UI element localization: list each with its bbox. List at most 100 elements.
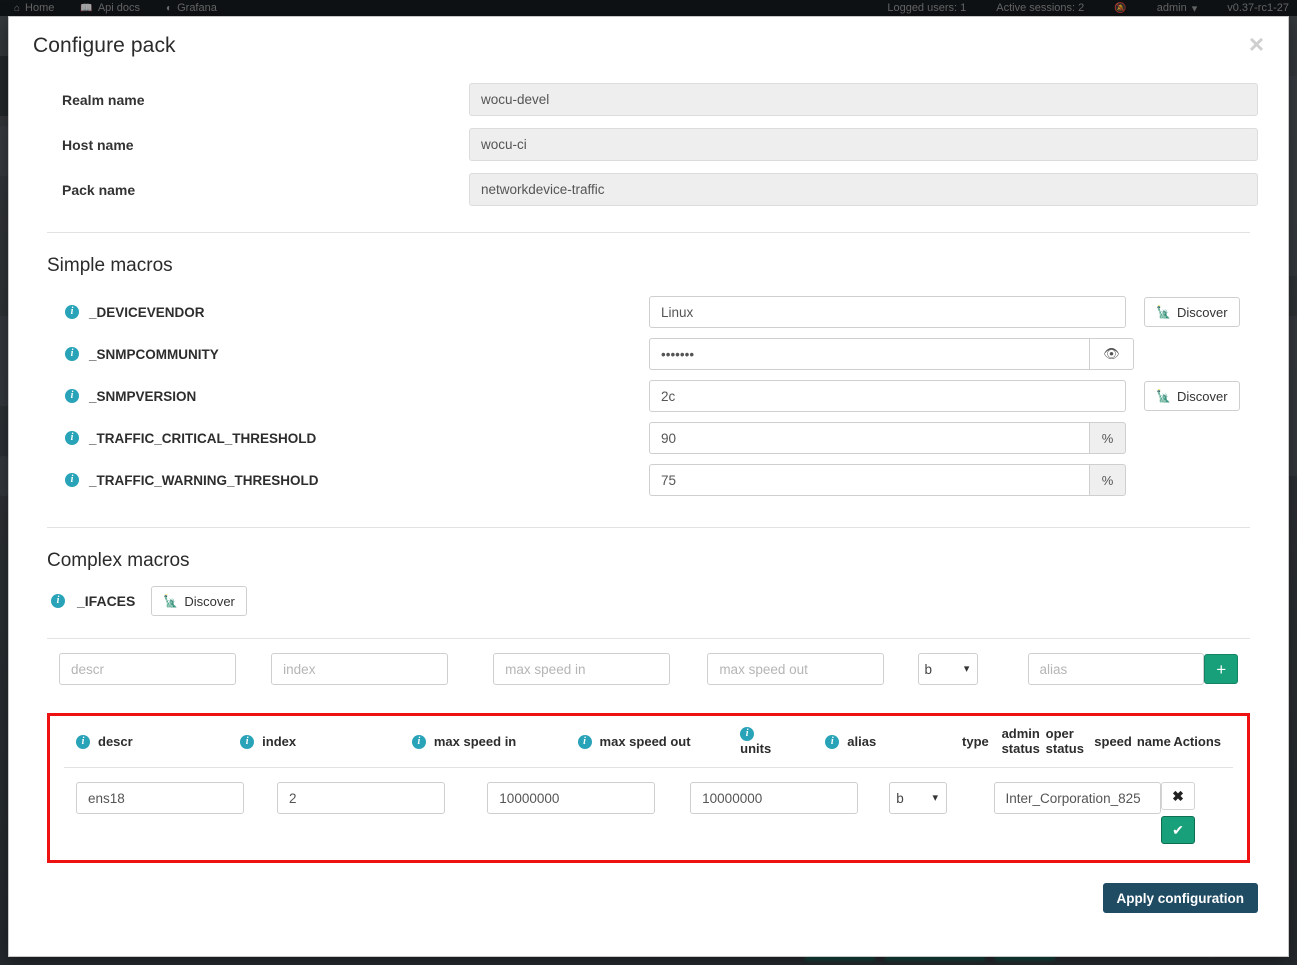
add-interface-button[interactable]: + xyxy=(1204,654,1238,684)
binoculars-icon: 🗽 xyxy=(1156,389,1171,403)
macro-name-text: _DEVICEVENDOR xyxy=(89,304,205,320)
new-max-speed-in-input[interactable] xyxy=(493,653,670,685)
row-actions: ✖ ✔ xyxy=(1161,782,1221,844)
info-icon[interactable]: i xyxy=(411,734,426,749)
macro-label-devicevendor: i _DEVICEVENDOR xyxy=(39,305,649,320)
snmpversion-input[interactable] xyxy=(649,380,1126,412)
col-header-alias: i alias xyxy=(825,734,962,749)
modal-body: Realm name Host name Pack name Simple ma… xyxy=(9,75,1288,863)
discover-button-devicevendor[interactable]: 🗽 Discover xyxy=(1144,297,1240,327)
new-descr-input[interactable] xyxy=(59,653,236,685)
new-max-speed-out-input[interactable] xyxy=(707,653,885,685)
macro-label-snmpversion: i _SNMPVERSION xyxy=(39,389,649,404)
macro-row-traffic-critical-threshold: i _TRAFFIC_CRITICAL_THRESHOLD % xyxy=(39,417,1258,459)
macro-row-snmpversion: i _SNMPVERSION 🗽 Discover xyxy=(39,375,1258,417)
discover-button-ifaces[interactable]: 🗽 Discover xyxy=(151,586,247,616)
new-units-select[interactable]: b xyxy=(917,653,979,685)
col-header-oper-line2: status xyxy=(1045,740,1084,756)
col-header-actions-label: Actions xyxy=(1173,734,1221,749)
info-icon[interactable]: i xyxy=(825,734,840,749)
row-index-input[interactable] xyxy=(277,782,445,814)
col-header-type: type xyxy=(962,734,1002,749)
confirm-row-button[interactable]: ✔ xyxy=(1161,816,1196,844)
info-icon[interactable]: i xyxy=(65,347,79,361)
col-header-max-speed-in: i max speed in xyxy=(411,734,549,749)
col-header-admin-line2: status xyxy=(1001,740,1040,756)
pack-name-field[interactable] xyxy=(469,173,1258,206)
row-max-speed-out-input[interactable] xyxy=(690,782,858,814)
toggle-password-visibility-icon[interactable]: 👁 xyxy=(1089,338,1134,370)
traffic-critical-threshold-input[interactable] xyxy=(649,422,1089,454)
info-icon[interactable]: i xyxy=(240,734,255,749)
col-header-oper-status: oper status xyxy=(1045,725,1095,757)
info-icon[interactable]: i xyxy=(65,305,79,319)
devicevendor-input[interactable] xyxy=(649,296,1126,328)
table-header-row: i descr i index i max speed in i max spe… xyxy=(64,716,1233,768)
col-header-max-speed-out-label: max speed out xyxy=(599,734,691,749)
host-name-field[interactable] xyxy=(469,128,1258,161)
interfaces-table: i descr i index i max speed in i max spe… xyxy=(47,713,1250,863)
col-header-actions: Actions xyxy=(1173,734,1221,749)
row-alias-input[interactable] xyxy=(993,782,1162,814)
percent-addon: % xyxy=(1089,422,1126,454)
col-header-speed: speed xyxy=(1094,734,1137,749)
col-header-descr-label: descr xyxy=(98,734,133,749)
info-icon[interactable]: i xyxy=(65,389,79,403)
discover-label: Discover xyxy=(1176,388,1228,404)
realm-name-field[interactable] xyxy=(469,83,1258,116)
modal-header: Configure pack × xyxy=(9,17,1288,75)
info-icon[interactable]: i xyxy=(76,734,90,749)
col-header-oper-line1: oper xyxy=(1045,725,1074,741)
page-title: Configure pack xyxy=(33,34,176,57)
macro-name-text: _SNMPVERSION xyxy=(89,388,197,404)
table-row: b ✖ ✔ xyxy=(64,768,1233,860)
col-header-speed-label: speed xyxy=(1094,734,1132,749)
host-name-row: Host name xyxy=(39,128,1258,161)
apply-configuration-button[interactable]: Apply configuration xyxy=(1102,883,1258,913)
ifaces-header: i _IFACES 🗽 Discover xyxy=(39,586,1258,616)
macro-row-traffic-warning-threshold: i _TRAFFIC_WARNING_THRESHOLD % xyxy=(39,459,1258,501)
divider xyxy=(47,527,1250,528)
new-alias-input[interactable] xyxy=(1027,653,1205,685)
col-header-units-label: units xyxy=(740,740,772,756)
discover-label: Discover xyxy=(1176,304,1228,320)
col-header-alias-label: alias xyxy=(847,734,877,749)
realm-name-label: Realm name xyxy=(62,91,145,108)
binoculars-icon: 🗽 xyxy=(1156,305,1171,319)
delete-row-button[interactable]: ✖ xyxy=(1161,782,1196,810)
info-icon[interactable]: i xyxy=(65,473,79,487)
macro-name-text: _TRAFFIC_WARNING_THRESHOLD xyxy=(89,472,319,488)
traffic-warning-threshold-input[interactable] xyxy=(649,464,1089,496)
row-descr-input[interactable] xyxy=(76,782,244,814)
info-icon[interactable]: i xyxy=(577,734,592,749)
col-header-admin-status: admin status xyxy=(1001,725,1046,757)
info-icon[interactable]: i xyxy=(65,431,79,445)
realm-name-row: Realm name xyxy=(39,83,1258,116)
info-icon[interactable]: i xyxy=(51,594,65,608)
discover-button-snmpversion[interactable]: 🗽 Discover xyxy=(1144,381,1240,411)
pack-name-row: Pack name xyxy=(39,173,1258,206)
macro-name-text: _SNMPCOMMUNITY xyxy=(89,346,219,362)
row-max-speed-in-input[interactable] xyxy=(487,782,655,814)
col-header-max-speed-out: i max speed out xyxy=(577,734,715,749)
col-header-admin-line1: admin xyxy=(1001,725,1040,741)
ifaces-label: _IFACES xyxy=(77,593,136,609)
row-units-select[interactable]: b xyxy=(889,782,947,814)
binoculars-icon: 🗽 xyxy=(163,594,179,608)
col-header-index: i index xyxy=(240,734,377,749)
col-header-name-label: name xyxy=(1136,734,1171,749)
close-icon[interactable]: × xyxy=(1243,30,1270,58)
info-icon[interactable]: i xyxy=(740,726,755,741)
percent-addon: % xyxy=(1089,464,1126,496)
modal-footer: Apply configuration xyxy=(9,883,1288,913)
snmpcommunity-input[interactable] xyxy=(649,338,1089,370)
col-header-descr: i descr xyxy=(76,734,213,749)
new-index-input[interactable] xyxy=(271,653,448,685)
discover-label: Discover xyxy=(184,593,235,609)
complex-macros-title: Complex macros xyxy=(47,550,190,571)
macro-label-traffic-warning-threshold: i _TRAFFIC_WARNING_THRESHOLD xyxy=(39,473,649,488)
col-header-name: name xyxy=(1137,734,1173,749)
pack-name-label: Pack name xyxy=(62,181,136,198)
macro-name-text: _TRAFFIC_CRITICAL_THRESHOLD xyxy=(89,430,317,446)
col-header-type-label: type xyxy=(962,734,989,749)
